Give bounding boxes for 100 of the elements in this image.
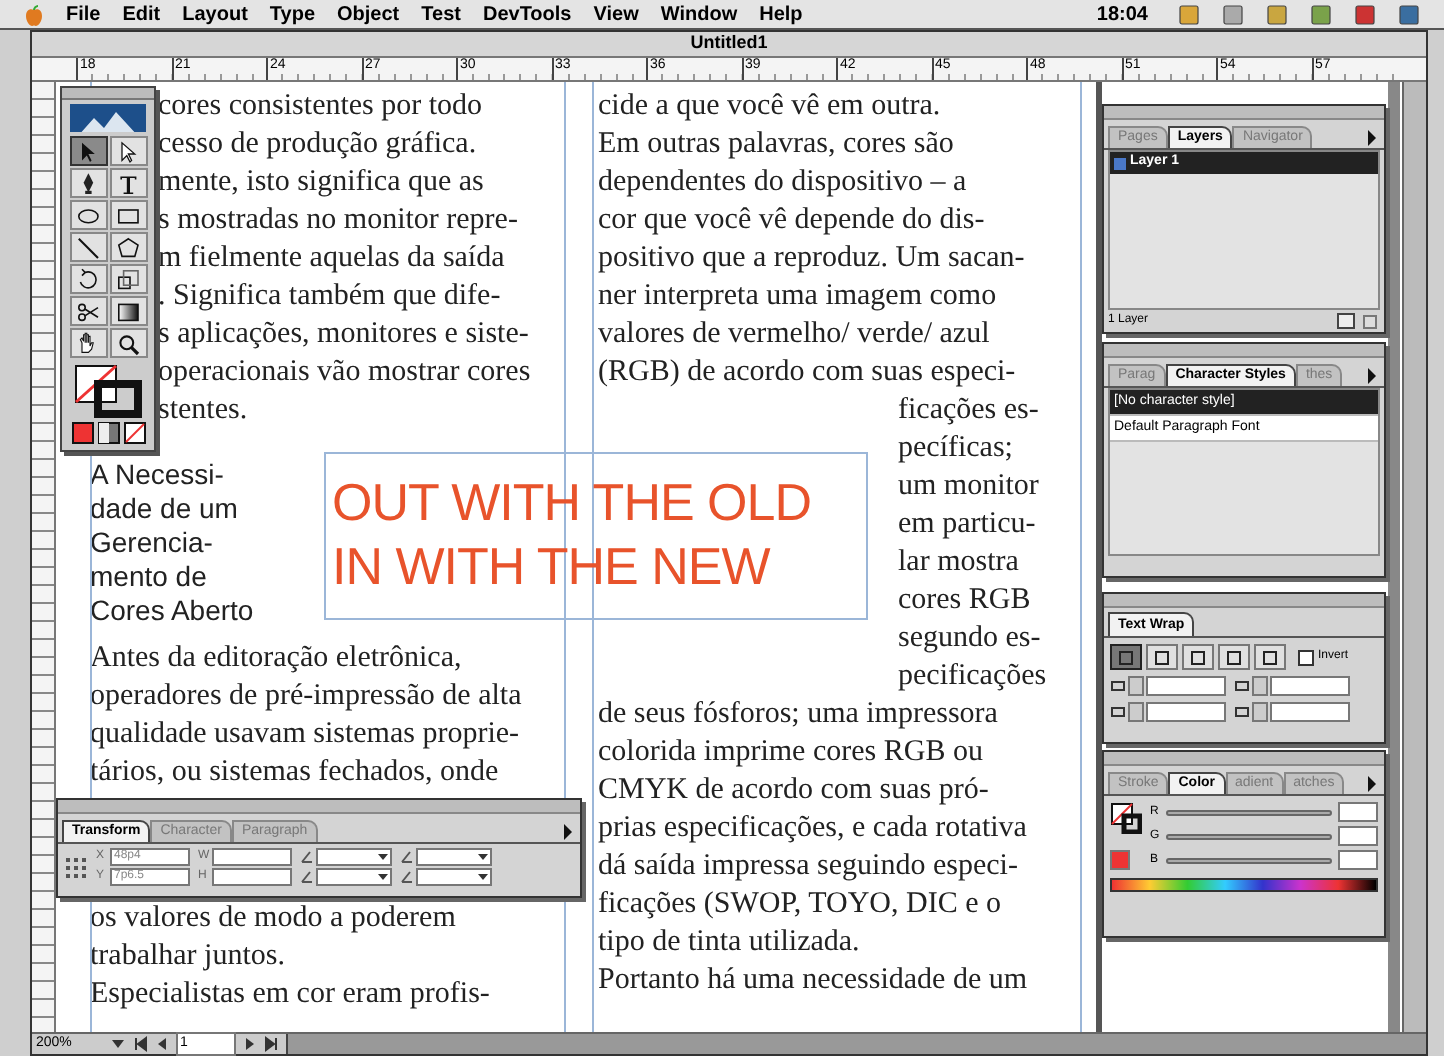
angle-icon [300,870,314,884]
zoom-icon [113,329,143,357]
menu-extra-icon [1266,3,1288,25]
dropdown-field[interactable] [416,848,492,866]
menu-item[interactable]: Window [660,0,738,29]
menu-item[interactable]: Type [269,0,316,29]
text-line: Antes da editoração eletrônica, [90,640,462,678]
heading-line: Cores Aberto [90,594,254,628]
menu-item[interactable]: Test [421,0,461,29]
slider-track[interactable] [1166,809,1332,815]
heading-line: Gerencia- [90,526,213,560]
input-field[interactable] [1146,702,1226,722]
input-field[interactable] [1270,676,1350,696]
angle-icon [400,870,414,884]
tool-button[interactable] [109,136,147,166]
tool-button[interactable] [109,200,147,230]
input-field[interactable] [212,848,292,866]
wrap-option-button[interactable] [1218,644,1250,670]
text-line: Em outras palavras, cores são [598,126,954,164]
slider-track[interactable] [1166,857,1332,863]
color-spectrum-bar[interactable] [1110,878,1378,892]
tool-button[interactable] [109,328,147,358]
menu-clock: 18:04 [1096,1,1148,29]
text-line: ficações es- [898,392,1039,430]
menu-item[interactable]: Edit [122,0,161,29]
text-line: positivo que a reproduz. Um sacan- [598,240,1025,278]
input-field[interactable] [1146,676,1226,696]
text-line: tipo de tinta utilizada. [598,924,860,962]
invert-checkbox[interactable] [1298,649,1314,665]
input-field[interactable] [1270,702,1350,722]
tool-button[interactable] [69,168,107,198]
menu-item[interactable]: Object [337,0,400,29]
menu-item[interactable]: Help [759,0,803,29]
menu-triangle-icon [1364,366,1380,386]
dropdown-field[interactable] [316,848,392,866]
caret-icon [110,1036,126,1052]
text-line: ner interpreta uma imagem como [598,278,997,316]
input-field[interactable] [1338,826,1378,846]
menu-triangle-icon [1364,774,1380,794]
vertical-scrollbar[interactable] [1402,82,1426,1032]
tool-button[interactable] [109,264,147,294]
heading-line: dade de um [90,492,238,526]
tool-button[interactable] [109,232,147,262]
menu-extra-icon [1222,3,1244,25]
angle-icon [400,850,414,864]
menu-item[interactable]: File [66,0,101,29]
previous-page-icon [154,1036,170,1052]
text-line: Portanto há uma necessidade de um [598,962,1028,1000]
tool-button[interactable] [69,264,107,294]
text-line: cesso de produção gráfica. [158,126,477,164]
palette-title-bar [62,88,154,100]
text-line: lar mostra [898,544,1019,582]
text-line: colorida imprime cores RGB ou [598,734,983,772]
dropdown-field[interactable] [316,868,392,886]
text-line: os valores de modo a poderem [90,900,456,938]
tool-button[interactable] [109,296,147,326]
tool-button[interactable] [69,200,107,230]
text-line: em particu- [898,506,1036,544]
text-line: m fielmente aquelas da saída [158,240,505,278]
text-line: pecíficas; [898,430,1013,468]
input-field[interactable] [1338,802,1378,822]
solid-square-icon [71,422,93,444]
text-line: cide a que você vê em outra. [598,88,941,126]
gradient-square-icon [97,422,119,444]
menu-triangle-icon [1364,128,1380,148]
menu-item[interactable]: DevTools [482,0,572,29]
text-line: cor que você vê depende do dis- [598,202,985,240]
heading-line: mento de [90,560,207,594]
slider-track[interactable] [1166,833,1332,839]
tool-button[interactable] [69,136,107,166]
text-line: operadores de pré-impressão de alta [90,678,522,716]
input-field[interactable] [1338,850,1378,870]
tool-button[interactable] [69,232,107,262]
headline-text: OUT WITH THE OLD [332,470,813,534]
input-field[interactable] [212,868,292,886]
text-line: valores de vermelho/ verde/ azul [598,316,990,354]
text-line: mente, isto significa que as [158,164,484,202]
wrap-option-button[interactable] [1254,644,1286,670]
menu-item[interactable]: Layout [182,0,248,29]
text-line: cores RGB [898,582,1031,620]
none-square-icon [123,422,145,444]
menu-extra-icon [1354,3,1376,25]
angle-icon [300,850,314,864]
heading-line: A Necessi- [90,458,224,492]
menu-extra-icon [1310,3,1332,25]
fill-stroke-swatch-icon [1110,802,1142,834]
horizontal-scrollbar[interactable] [286,1034,1426,1054]
tool-button[interactable] [109,168,147,198]
wrap-option-button[interactable] [1182,644,1214,670]
dropdown-field[interactable] [416,868,492,886]
mountain-logo-icon [70,104,146,132]
text-line: ficações (SWOP, TOYO, DIC e o [598,886,1001,924]
tool-button[interactable] [69,328,107,358]
window-title: Untitled1 [690,30,768,57]
text-line: (RGB) de acordo com suas especi- [598,354,1016,392]
menu-item[interactable]: View [593,0,639,29]
tool-button[interactable] [69,296,107,326]
wrap-option-button[interactable] [1146,644,1178,670]
text-line: CMYK de acordo com suas pró- [598,772,989,810]
scale-icon [113,265,143,293]
